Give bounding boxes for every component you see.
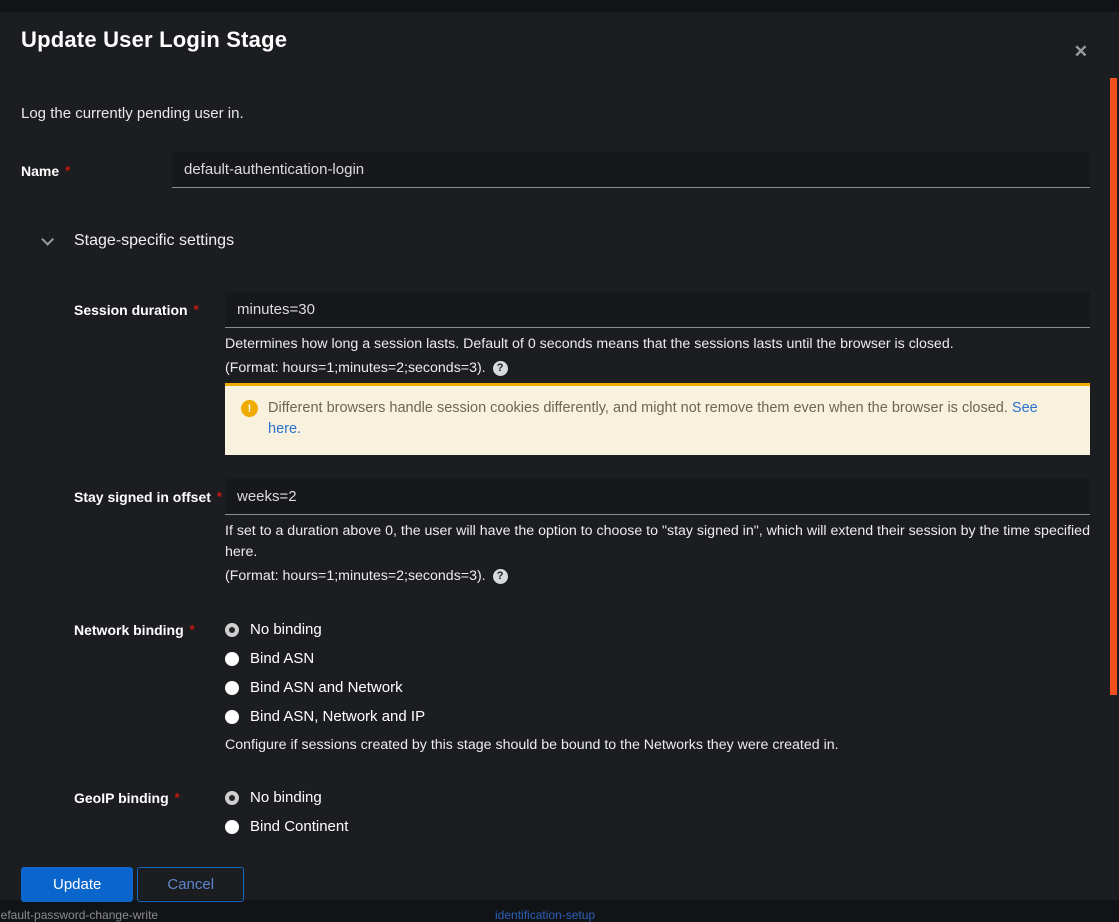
name-field-row: Name * [21,152,1090,188]
stage-specific-settings-body: Session duration* Determines how long a … [74,292,1090,845]
warning-alert: ! Different browsers handle session cook… [225,383,1090,455]
radio-checked-icon[interactable] [225,790,239,805]
session-duration-help: Determines how long a session lasts. Def… [225,336,954,352]
modal-title: Update User Login Stage [21,27,288,52]
stay-signed-in-offset-label: Stay signed in offset * [74,489,222,505]
radio-option-no-binding[interactable]: No binding [225,619,1090,640]
close-icon[interactable]: ✕ [1074,43,1088,60]
stage-specific-settings-header[interactable]: Stage-specific settings [21,232,1090,250]
warning-icon: ! [241,400,258,417]
session-duration-row: Session duration* Determines how long a … [74,292,1090,455]
radio-icon[interactable] [225,651,239,666]
network-binding-label: Network binding * [74,622,195,638]
network-binding-row: Network binding * No binding Bind ASN Bin… [74,619,1090,756]
name-label: Name * [21,162,71,179]
stage-form: Name* Stage-specific settings Session du… [21,152,1090,902]
update-button[interactable]: Update [21,867,134,902]
radio-option-bind-asn-network[interactable]: Bind ASN and Network [225,677,1090,698]
required-marker: * [189,622,195,637]
scrollbar-thumb[interactable] [1110,78,1117,695]
warning-text: Different browsers handle session cookie… [268,400,1038,437]
modal-description: Log the currently pending user in. [21,105,244,122]
help-icon[interactable]: ? [492,569,508,584]
radio-option-bind-asn[interactable]: Bind ASN [225,648,1090,669]
background-table-text: default-password-change-write [0,908,159,922]
geoip-binding-row: GeoIP binding * No binding Bind Continent [74,787,1090,845]
required-marker: * [174,790,180,805]
stay-signed-in-offset-input[interactable] [225,479,1090,515]
radio-checked-icon[interactable] [225,622,239,637]
radio-option-bind-asn-network-ip[interactable]: Bind ASN, Network and IP [225,706,1090,727]
radio-option-bind-continent[interactable]: Bind Continent [225,816,1090,837]
radio-option-no-binding[interactable]: No binding [225,787,1090,808]
radio-icon[interactable] [225,680,239,695]
radio-icon[interactable] [225,709,239,724]
help-icon[interactable]: ? [492,361,508,376]
required-marker: * [65,162,71,178]
network-binding-help: Configure if sessions created by this st… [225,737,839,753]
session-duration-input[interactable] [225,292,1090,328]
stay-signed-in-offset-format-help: (Format: hours=1;minutes=2;seconds=3). ? [225,566,1090,587]
stay-signed-in-offset-help: If set to a duration above 0, the user w… [225,523,1090,560]
stay-signed-in-offset-row: Stay signed in offset* If set to a durat… [74,479,1090,587]
modal-footer: Update Cancel [21,867,1090,902]
radio-icon[interactable] [225,819,239,834]
name-input[interactable] [172,152,1090,188]
session-duration-format-help: (Format: hours=1;minutes=2;seconds=3). ? [225,358,1090,379]
update-user-login-stage-modal: Update User Login Stage ✕ Log the curren… [0,12,1119,902]
required-marker: * [216,489,222,504]
geoip-binding-label: GeoIP binding * [74,790,180,806]
background-table-link: identification-setup [495,908,596,922]
chevron-down-icon[interactable] [41,232,54,246]
modal-header: Update User Login Stage ✕ [21,26,1090,60]
required-marker: * [193,302,199,317]
section-title[interactable]: Stage-specific settings [74,232,234,250]
cancel-button[interactable]: Cancel [137,867,245,902]
session-duration-label: Session duration * [74,302,199,318]
